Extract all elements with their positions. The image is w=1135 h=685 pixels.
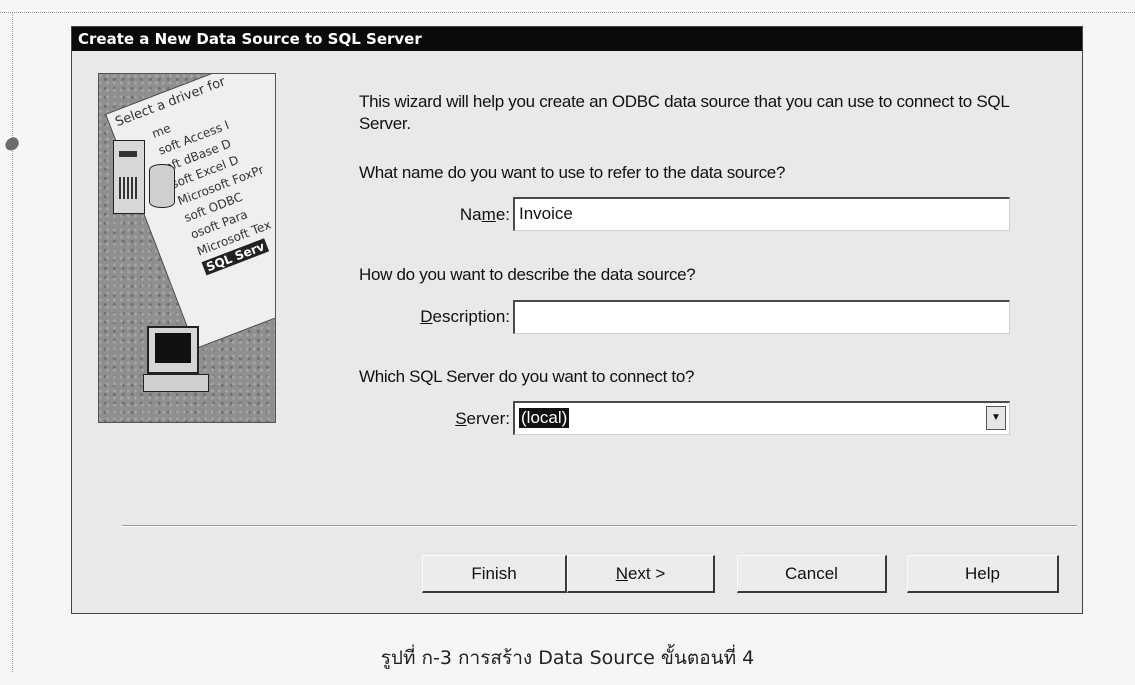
next-button[interactable]: Next > xyxy=(567,555,715,593)
computer-icon xyxy=(147,326,199,374)
server-label: Server: xyxy=(455,409,510,428)
database-icon xyxy=(149,164,175,208)
server-tower-icon xyxy=(113,140,145,214)
wizard-illustration: Select a driver for me soft Access I oft… xyxy=(98,73,276,423)
description-question: How do you want to describe the data sou… xyxy=(359,265,696,284)
chevron-down-icon[interactable]: ▼ xyxy=(986,406,1006,430)
server-selected-value: (local) xyxy=(519,408,570,428)
name-field[interactable]: Invoice xyxy=(513,197,1010,231)
wizard-dialog: Create a New Data Source to SQL Server S… xyxy=(71,26,1083,614)
server-question: Which SQL Server do you want to connect … xyxy=(359,367,695,386)
finish-button[interactable]: Finish xyxy=(422,555,567,593)
window-title: Create a New Data Source to SQL Server xyxy=(72,27,1082,51)
name-question: What name do you want to use to refer to… xyxy=(359,163,786,182)
description-label: Description: xyxy=(420,307,510,326)
cancel-button[interactable]: Cancel xyxy=(737,555,887,593)
page-border-left xyxy=(12,12,13,672)
computer-base-icon xyxy=(143,374,209,392)
wizard-intro-text: This wizard will help you create an ODBC… xyxy=(359,92,1009,133)
button-separator xyxy=(122,525,1077,527)
name-label: Name: xyxy=(459,205,510,224)
figure-caption: รูปที่ ก-3 การสร้าง Data Source ขั้นตอนท… xyxy=(380,647,755,669)
page-border-top xyxy=(0,12,1135,13)
server-select[interactable]: (local) ▼ xyxy=(513,401,1010,435)
description-field[interactable] xyxy=(513,300,1010,334)
help-button[interactable]: Help xyxy=(907,555,1059,593)
scan-speck xyxy=(3,135,21,153)
